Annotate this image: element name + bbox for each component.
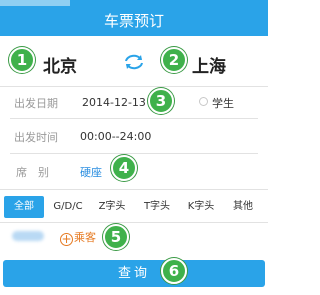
seat-label: 席 别 xyxy=(16,166,49,179)
divider xyxy=(0,222,268,223)
tab-z[interactable]: Z字头 xyxy=(92,196,132,218)
annotation-badge-1: 1 xyxy=(9,47,35,73)
depart-date-label: 出发日期 xyxy=(14,97,58,110)
student-radio[interactable] xyxy=(199,97,208,106)
page-title: 车票预订 xyxy=(0,6,268,36)
passenger-chip[interactable] xyxy=(12,231,44,241)
seat-value[interactable]: 硬座 xyxy=(80,164,102,180)
student-label[interactable]: 学生 xyxy=(212,95,234,111)
to-city[interactable]: 上海 xyxy=(192,52,226,77)
swap-arrows-icon[interactable] xyxy=(122,52,146,72)
depart-time-label: 出发时间 xyxy=(14,131,58,144)
divider xyxy=(0,189,268,190)
annotation-badge-2: 2 xyxy=(161,47,187,73)
divider xyxy=(0,86,268,87)
annotation-badge-4: 4 xyxy=(111,155,137,181)
annotation-badge-5: 5 xyxy=(103,224,129,250)
divider xyxy=(10,118,258,119)
from-city[interactable]: 北京 xyxy=(43,52,77,77)
add-passenger-button[interactable]: + 乘客 xyxy=(60,229,96,246)
divider xyxy=(10,153,258,154)
tab-all[interactable]: 全部 xyxy=(4,196,44,218)
plus-icon: + xyxy=(60,232,73,246)
add-passenger-label: 乘客 xyxy=(74,231,96,244)
annotation-badge-3: 3 xyxy=(148,88,174,114)
depart-date-value[interactable]: 2014-12-13 xyxy=(82,96,146,109)
tab-t[interactable]: T字头 xyxy=(136,196,178,218)
tab-other[interactable]: 其他 xyxy=(224,196,262,218)
query-button[interactable]: 查询 xyxy=(3,260,265,287)
tab-k[interactable]: K字头 xyxy=(180,196,222,218)
depart-time-value[interactable]: 00:00--24:00 xyxy=(80,130,151,143)
annotation-badge-6: 6 xyxy=(161,258,187,284)
tab-gdc[interactable]: G/D/C xyxy=(48,196,88,218)
